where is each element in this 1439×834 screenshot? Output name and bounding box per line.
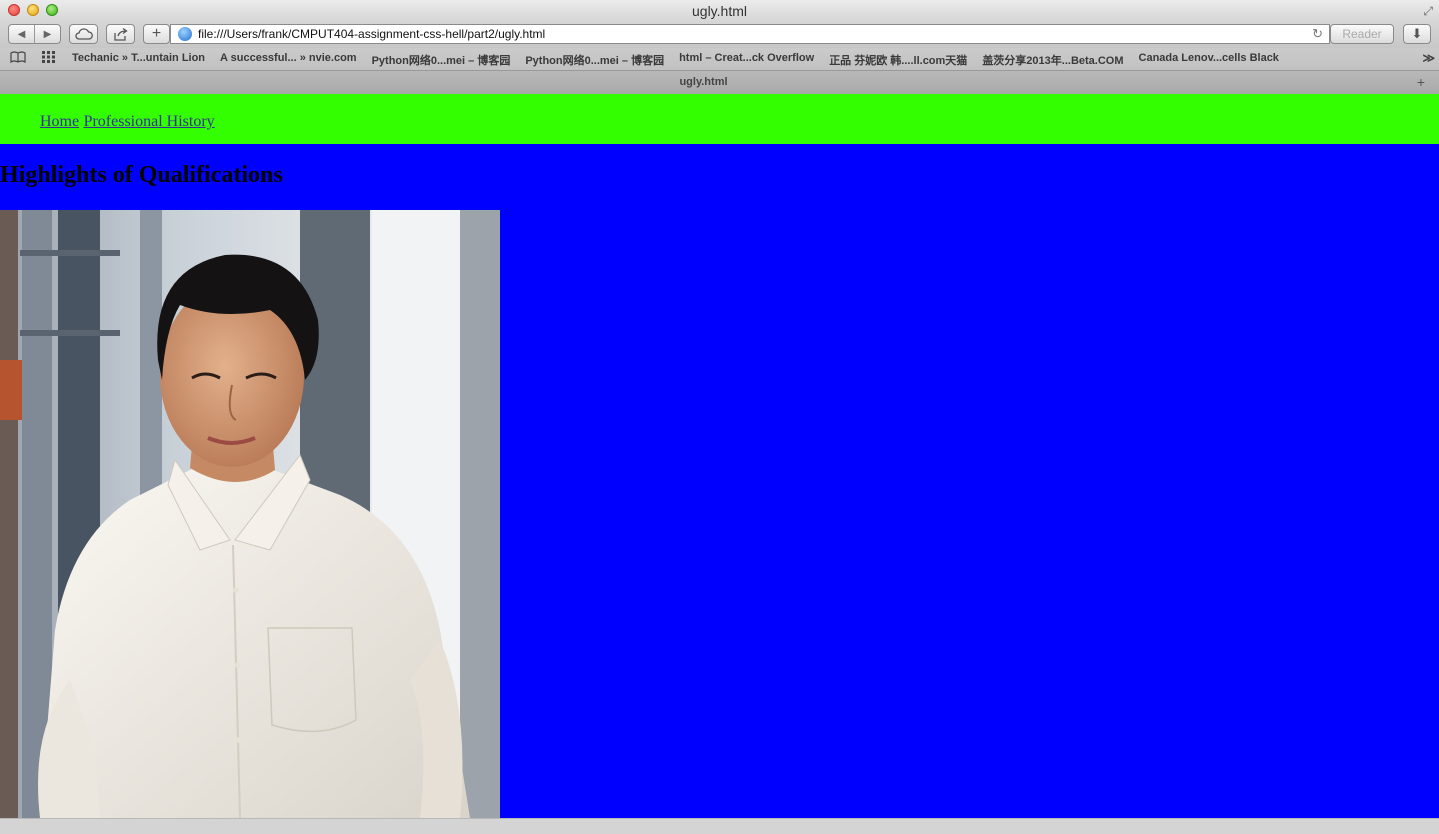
new-tab-button[interactable]: + xyxy=(143,24,170,44)
address-bar[interactable]: file:///Users/frank/CMPUT404-assignment-… xyxy=(170,24,1330,44)
fullscreen-icon[interactable]: ⤢ xyxy=(1423,4,1433,19)
nav-link-professional-history[interactable]: Professional History xyxy=(84,113,215,130)
profile-photo xyxy=(0,210,500,818)
bookmark-item[interactable]: Python网络0...mei – 博客园 xyxy=(525,52,664,68)
downloads-button[interactable]: ⬇ xyxy=(1403,24,1431,44)
cloud-icon xyxy=(74,28,93,40)
window-title: ugly.html xyxy=(692,3,747,19)
reload-icon[interactable]: ↻ xyxy=(1312,26,1323,42)
bookmark-item[interactable]: Python网络0...mei – 博客园 xyxy=(372,52,511,68)
icloud-tabs-button[interactable] xyxy=(69,24,98,44)
title-bar: ugly.html ⤢ xyxy=(0,0,1439,22)
reader-button[interactable]: Reader xyxy=(1330,24,1394,44)
globe-icon xyxy=(178,27,192,41)
back-arrow-icon[interactable]: ◀ xyxy=(9,29,34,40)
bookmark-item[interactable]: html – Creat...ck Overflow xyxy=(679,52,814,68)
bookmark-item[interactable]: 正品 芬妮欧 韩....ll.com天猫 xyxy=(829,52,967,68)
status-bar xyxy=(0,818,1439,834)
page-heading: Highlights of Qualifications xyxy=(0,162,283,188)
bookmark-item[interactable]: 盖茨分享2013年...Beta.COM xyxy=(982,52,1123,68)
back-forward-buttons: ◀ ▶ xyxy=(8,24,61,44)
chevron-right-icon[interactable]: ≫ xyxy=(1422,51,1435,65)
bookmark-item[interactable]: Techanic » T...untain Lion xyxy=(72,52,205,68)
url-text[interactable]: file:///Users/frank/CMPUT404-assignment-… xyxy=(198,27,1312,41)
nav-link-home[interactable]: Home xyxy=(40,113,79,130)
add-tab-icon[interactable]: + xyxy=(1409,73,1433,91)
browser-toolbar: ◀ ▶ + file:///Users/frank/CMPUT404-assig… xyxy=(0,22,1439,48)
tab-ugly-html[interactable]: ugly.html xyxy=(0,71,1407,94)
page-viewport: Home Professional History Highlights of … xyxy=(0,94,1439,818)
reading-list-icon[interactable] xyxy=(10,51,26,66)
bookmark-item[interactable]: A successful... » nvie.com xyxy=(220,52,357,68)
share-button[interactable] xyxy=(106,24,135,44)
download-icon: ⬇ xyxy=(1411,26,1423,41)
share-icon xyxy=(113,27,128,41)
bookmark-list: Techanic » T...untain Lion A successful.… xyxy=(72,52,1279,68)
tab-bar: ugly.html + xyxy=(0,70,1439,94)
bookmarks-bar: Techanic » T...untain Lion A successful.… xyxy=(0,48,1439,70)
bookmark-item[interactable]: Canada Lenov...cells Black xyxy=(1139,52,1279,68)
site-navbar: Home Professional History xyxy=(0,94,1439,144)
plus-icon: + xyxy=(151,25,162,42)
forward-arrow-icon[interactable]: ▶ xyxy=(35,29,60,40)
top-sites-icon[interactable] xyxy=(42,51,56,66)
